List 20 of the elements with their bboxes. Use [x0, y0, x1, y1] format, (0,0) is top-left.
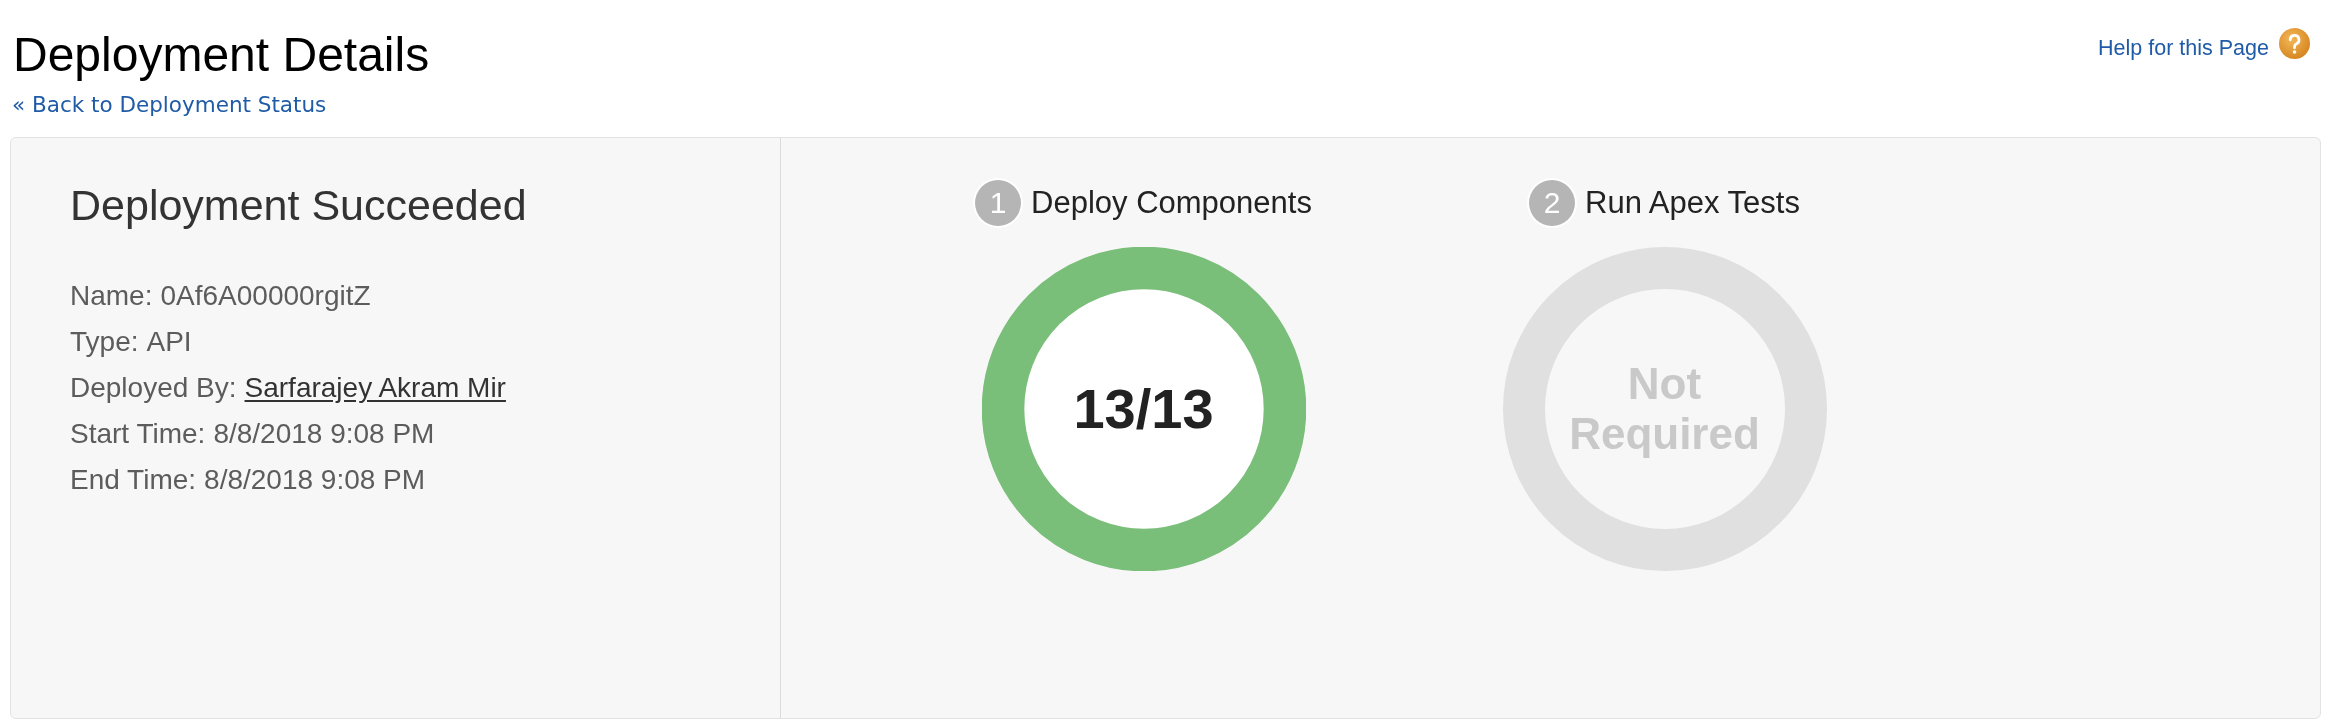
detail-value: 8/8/2018 9:08 PM: [213, 417, 435, 452]
page-title: Deployment Details: [13, 27, 430, 83]
step-number: 2: [1529, 180, 1576, 226]
detail-label: Type:: [70, 325, 139, 360]
detail-value: 0Af6A00000rgitZ: [160, 279, 371, 314]
progress-count: 13/13: [1073, 376, 1214, 442]
detail-value: API: [146, 325, 192, 360]
detail-value: 8/8/2018 9:08 PM: [204, 463, 426, 498]
detail-label: Start Time:: [70, 417, 206, 452]
status-heading: Deployment Succeeded: [70, 181, 528, 231]
step-title: Run Apex Tests: [1585, 185, 1800, 221]
detail-label: Name:: [70, 279, 153, 314]
user-link[interactable]: Sarfarajey Akram Mir: [244, 365, 506, 412]
help-icon[interactable]: [2279, 28, 2310, 59]
step-number: 1: [975, 180, 1022, 226]
back-link[interactable]: « Back to Deployment Status: [12, 92, 327, 118]
step-title: Deploy Components: [1031, 185, 1312, 221]
help-link[interactable]: Help for this Page: [2098, 36, 2269, 61]
detail-label: End Time:: [70, 463, 197, 498]
detail-label: Deployed By:: [70, 371, 237, 406]
